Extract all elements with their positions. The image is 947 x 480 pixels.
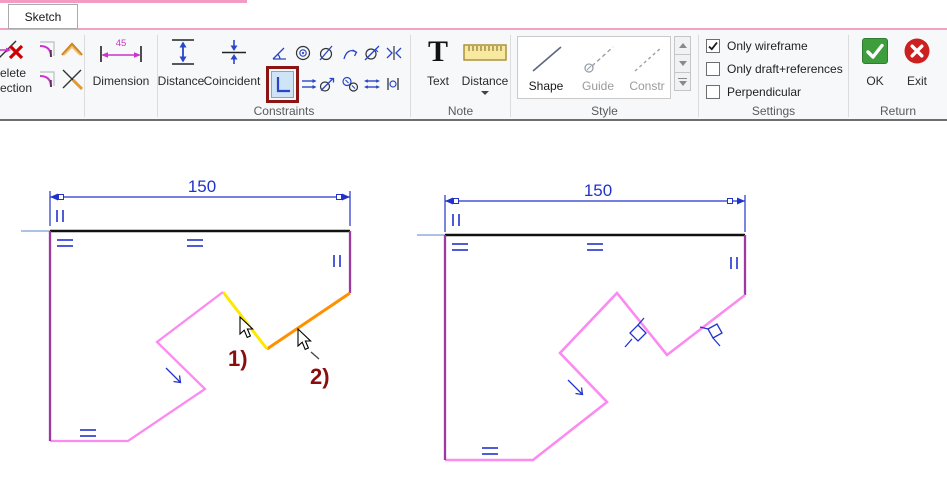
style-item-guide-label: Guide (575, 79, 621, 93)
dimension-value[interactable]: 150 (584, 181, 612, 200)
construction-line-icon (630, 43, 666, 75)
guide-line-icon (581, 43, 617, 75)
dimension-icon: 45 (98, 37, 144, 65)
fillet-small-icon[interactable] (36, 68, 60, 92)
settings-group-label: Settings (699, 104, 848, 118)
app-window: Sketch elete ection (0, 0, 947, 480)
text-icon: T (428, 38, 448, 66)
direction-arrow-icon (568, 380, 583, 395)
svg-text:45: 45 (116, 38, 127, 49)
style-gallery: Shape Guide Constr (517, 36, 671, 99)
perpendicular-highlight-box (266, 66, 299, 103)
right-sketch: 150 (417, 181, 745, 460)
ribbon: elete ection 45 Dimension (0, 28, 947, 121)
style-item-shape[interactable]: Shape (523, 39, 569, 96)
pink-zigzag-edges[interactable] (445, 293, 745, 460)
checkbox-unchecked-icon (706, 62, 720, 76)
checkbox-checked-icon (706, 39, 720, 53)
tangent-curve-icon[interactable] (363, 44, 381, 62)
style-item-constr[interactable]: Constr (624, 39, 670, 96)
checkbox-only-draft-references[interactable]: Only draft+references (706, 61, 843, 77)
equal-radius-icon[interactable] (341, 75, 359, 93)
left-sketch: 150 1) 2) (21, 177, 350, 441)
delete-section-label-line1: elete (0, 66, 40, 81)
checkbox-only-wireframe-label: Only wireframe (727, 39, 808, 53)
chevron-down-icon[interactable] (481, 91, 489, 95)
exit-button[interactable]: Exit (902, 74, 932, 88)
checkbox-unchecked-icon (706, 85, 720, 99)
gallery-scroll-down-button[interactable] (674, 54, 691, 73)
chamfer-icon[interactable] (60, 40, 84, 58)
step-1-label: 1) (228, 346, 248, 371)
concentric-constraint-icon[interactable] (294, 44, 312, 62)
perpendicular-icon (273, 74, 292, 95)
curve-direction-icon[interactable] (341, 44, 359, 62)
window-accent-strip (0, 0, 247, 3)
dimension-150[interactable] (445, 195, 745, 232)
gallery-scrollbar (674, 37, 691, 96)
checkbox-only-wireframe[interactable]: Only wireframe (706, 38, 808, 54)
cursor-2-icon (298, 329, 319, 359)
gallery-expand-button[interactable] (674, 72, 691, 91)
constraint-marks (57, 210, 340, 436)
dimension-button[interactable]: Dimension (85, 74, 157, 88)
style-item-shape-label: Shape (523, 79, 569, 93)
note-distance-button[interactable]: Distance (458, 74, 512, 88)
dimension-value[interactable]: 150 (188, 177, 216, 196)
sketch-canvas[interactable]: 150 1) 2) (0, 121, 947, 480)
delete-section-button[interactable]: elete ection (0, 66, 40, 96)
angle-constraint-icon[interactable] (270, 44, 288, 62)
trim-icon[interactable] (60, 66, 84, 92)
symmetric-points-icon[interactable] (384, 75, 402, 93)
text-button[interactable]: Text (415, 74, 461, 88)
tab-sketch[interactable]: Sketch (8, 4, 78, 29)
checkbox-perpendicular[interactable]: Perpendicular (706, 84, 801, 100)
delete-icon[interactable] (0, 38, 26, 64)
note-group-label: Note (411, 104, 510, 118)
direction-arrow-icon (166, 368, 181, 383)
dimension-150[interactable] (50, 191, 350, 226)
style-item-guide[interactable]: Guide (575, 39, 621, 96)
gallery-scroll-up-button[interactable] (674, 36, 691, 55)
perpendicular-constraint-glyph[interactable] (625, 318, 646, 347)
checkbox-only-draft-references-label: Only draft+references (727, 62, 843, 76)
return-group-label: Return (849, 104, 947, 118)
coincident-icon (219, 39, 249, 65)
step-2-label: 2) (310, 364, 330, 389)
perpendicular-constraint-glyph[interactable] (700, 324, 722, 346)
style-item-constr-label: Constr (624, 79, 670, 93)
equal-length-icon[interactable] (363, 75, 381, 93)
perpendicular-constraint-button[interactable] (271, 71, 294, 98)
symmetry-constraint-icon[interactable] (385, 44, 403, 62)
constraints-group-label: Constraints (158, 104, 410, 118)
tangent-constraint-icon[interactable] (318, 75, 336, 93)
ok-button[interactable]: OK (860, 74, 890, 88)
exit-icon[interactable] (904, 38, 930, 64)
diameter-constraint-icon[interactable] (317, 44, 335, 62)
pink-zigzag-edges[interactable] (50, 292, 223, 441)
coincident-button[interactable]: Coincident (196, 74, 268, 88)
ruler-icon (463, 44, 507, 62)
ok-icon[interactable] (862, 38, 888, 64)
tab-sketch-label: Sketch (25, 10, 62, 24)
shape-line-icon (529, 43, 565, 75)
style-group-label: Style (511, 104, 698, 118)
parallel-constraint-icon[interactable] (300, 75, 318, 93)
segment-1-yellow-highlight[interactable] (223, 292, 267, 349)
checkbox-perpendicular-label: Perpendicular (727, 85, 801, 99)
distance-constraint-icon (168, 37, 198, 67)
delete-section-label-line2: ection (0, 81, 40, 96)
fillet-icon[interactable] (36, 38, 60, 62)
